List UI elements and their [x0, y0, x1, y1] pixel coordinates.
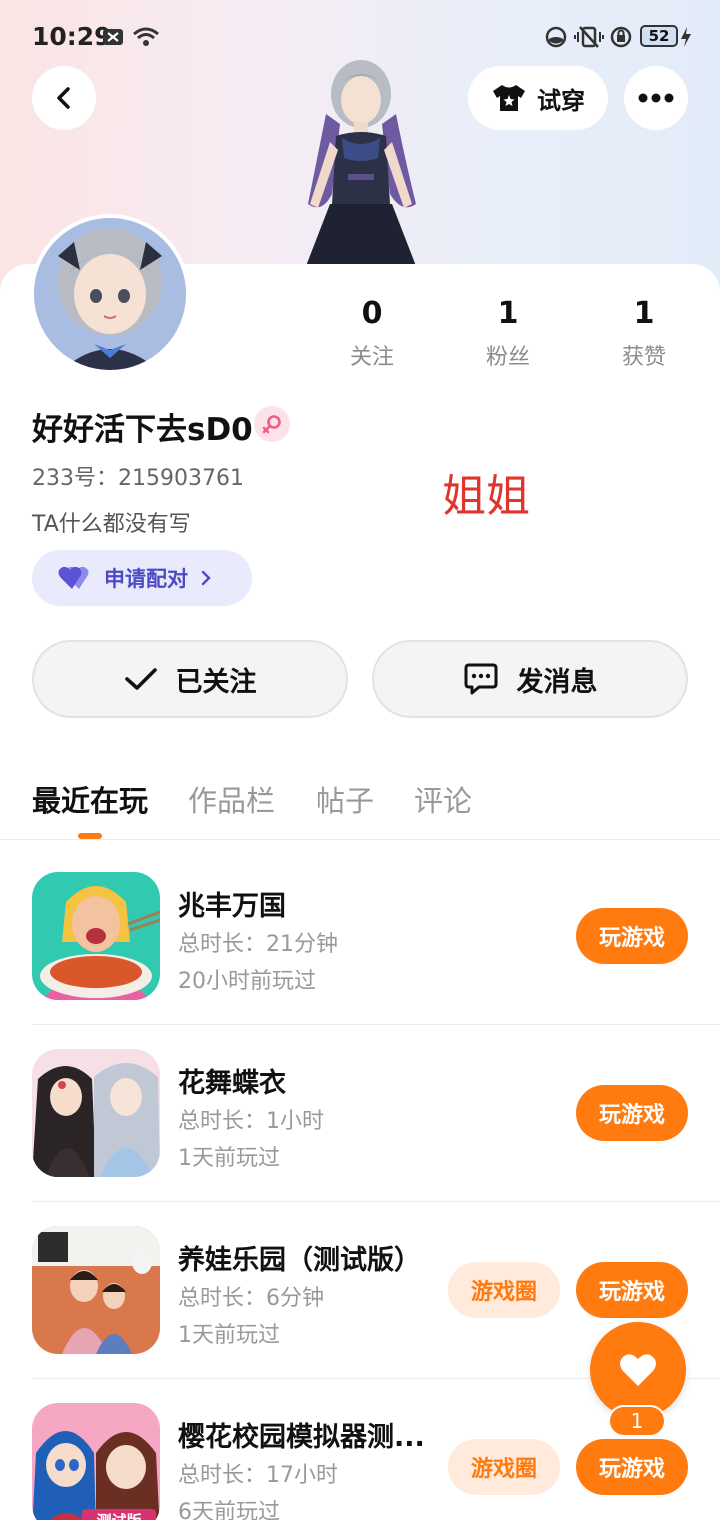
game-duration: 总时长：1小时 [178, 1109, 324, 1134]
user-id: 233号：215903761 [32, 466, 244, 491]
likes-count: 1 [633, 296, 655, 331]
charging-icon [681, 27, 691, 47]
game-icon-yangwa[interactable] [32, 1226, 160, 1354]
followers-label: 粉丝 [485, 345, 530, 370]
send-message-button[interactable]: 发消息 [372, 640, 688, 718]
game-duration: 总时长：21分钟 [178, 932, 338, 957]
notification-icon [103, 29, 123, 45]
game-icon-huawu[interactable] [32, 1049, 160, 1177]
play-game-button[interactable]: 玩游戏 [576, 1262, 688, 1318]
request-pair-button[interactable]: 申请配对 [32, 550, 252, 606]
game-last-played: 1天前玩过 [178, 1323, 280, 1348]
request-pair-label: 申请配对 [104, 567, 188, 591]
rotation-lock-icon [610, 26, 632, 48]
chevron-left-icon [57, 87, 70, 109]
tab-works[interactable]: 作品栏 [188, 778, 275, 820]
followed-button[interactable]: 已关注 [32, 640, 348, 718]
username: 好好活下去sD0 [32, 412, 253, 448]
game-title: 花舞蝶衣 [178, 1068, 286, 1099]
wifi-icon [133, 27, 159, 46]
try-on-button[interactable]: 试穿 [468, 66, 608, 130]
try-on-label: 试穿 [537, 86, 585, 115]
data-saver-icon [545, 26, 567, 48]
tab-comments[interactable]: 评论 [414, 778, 472, 820]
tab-posts[interactable]: 帖子 [316, 778, 374, 820]
likes-label: 获赞 [621, 345, 666, 370]
stat-followers[interactable]: 1 粉丝 [458, 296, 558, 371]
status-time: 10:29 [32, 22, 112, 51]
double-heart-icon [58, 566, 89, 589]
play-game-button[interactable]: 玩游戏 [576, 908, 688, 964]
row-divider [32, 1024, 720, 1025]
like-button[interactable] [590, 1322, 686, 1418]
female-gender-icon [254, 406, 290, 442]
game-duration: 总时长：6分钟 [178, 1286, 324, 1311]
heart-icon [620, 1354, 656, 1386]
game-circle-button[interactable]: 游戏圈 [448, 1439, 560, 1495]
game-last-played: 1天前玩过 [178, 1146, 280, 1171]
user-bio: TA什么都没有写 [32, 512, 191, 537]
followed-label: 已关注 [175, 666, 257, 698]
battery-indicator: 52 [640, 25, 678, 47]
game-last-played: 6天前玩过 [178, 1500, 280, 1520]
like-count-badge: 1 [608, 1405, 666, 1437]
chat-bubble-icon [464, 663, 497, 695]
check-icon [124, 668, 157, 690]
play-game-button[interactable]: 玩游戏 [576, 1085, 688, 1141]
game-last-played: 20小时前玩过 [178, 969, 316, 994]
more-dots-icon [638, 93, 674, 103]
game-list-item[interactable]: 花舞蝶衣 总时长：1小时 1天前玩过 玩游戏 [0, 1024, 720, 1201]
game-title: 樱花校园模拟器测... [178, 1422, 425, 1453]
tab-recently-played[interactable]: 最近在玩 [32, 778, 148, 820]
followers-count: 1 [497, 296, 519, 331]
play-game-button[interactable]: 玩游戏 [576, 1439, 688, 1495]
following-count: 0 [361, 296, 383, 331]
character-figure [306, 60, 416, 266]
game-icon-zhaofeng[interactable] [32, 872, 160, 1000]
back-button[interactable] [32, 66, 96, 130]
test-version-tag: 测试版 [96, 1512, 141, 1520]
send-message-label: 发消息 [516, 666, 598, 698]
tab-divider [0, 839, 720, 840]
shirt-icon [493, 85, 525, 111]
game-duration: 总时长：17小时 [178, 1463, 338, 1488]
stat-likes[interactable]: 1 获赞 [594, 296, 694, 371]
vibrate-icon [574, 26, 604, 48]
overlay-annotation: 姐姐 [442, 471, 530, 522]
chevron-right-icon [201, 570, 211, 586]
game-title: 养娃乐园（测试版） [178, 1245, 421, 1276]
more-button[interactable] [624, 66, 688, 130]
avatar-image [34, 218, 186, 370]
game-title: 兆丰万国 [178, 891, 286, 922]
stat-following[interactable]: 0 关注 [322, 296, 422, 371]
row-divider [32, 1201, 720, 1202]
game-circle-button[interactable]: 游戏圈 [448, 1262, 560, 1318]
following-label: 关注 [349, 345, 394, 370]
game-icon-sakura-school[interactable]: 测试版 [32, 1403, 160, 1520]
game-list-item[interactable]: 兆丰万国 总时长：21分钟 20小时前玩过 玩游戏 [0, 848, 720, 1025]
avatar[interactable] [30, 214, 190, 374]
